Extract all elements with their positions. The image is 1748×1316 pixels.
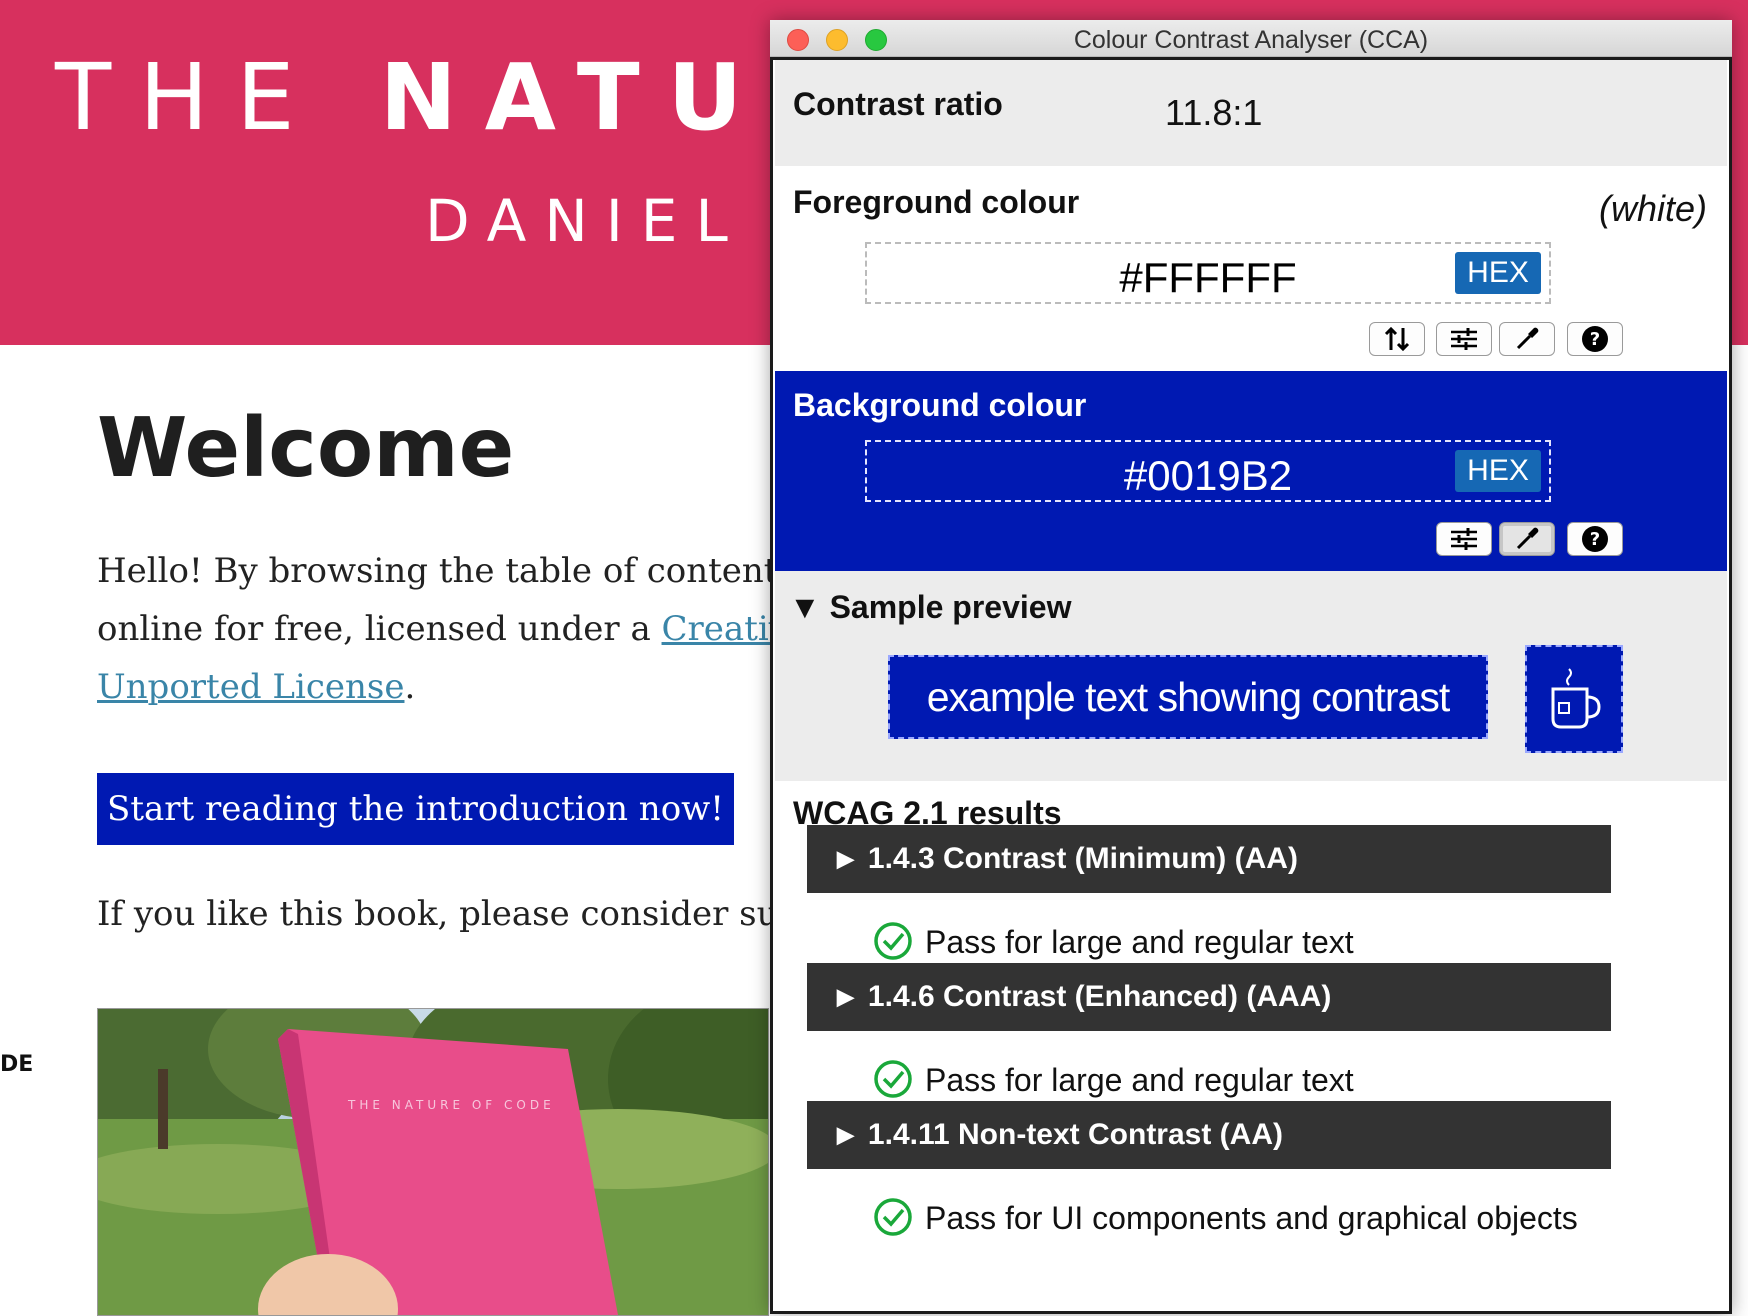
criterion-contrast-minimum[interactable]: ▶ 1.4.3 Contrast (Minimum) (AA) — [807, 825, 1611, 893]
check-circle-icon — [874, 1060, 912, 1098]
help-icon: ? — [1582, 326, 1608, 352]
foreground-label: Foreground colour — [793, 184, 1080, 220]
background-section: Background colour #0019B2 HEX ? — [775, 371, 1727, 571]
cca-content: Contrast ratio 11.8:1 Foreground colour … — [770, 57, 1732, 1314]
check-circle-icon — [874, 922, 912, 960]
foreground-section: Foreground colour (white) #FFFFFF HEX ? — [775, 166, 1727, 371]
cca-inner: Contrast ratio 11.8:1 Foreground colour … — [775, 60, 1727, 1311]
foreground-colour-name: (white) — [1598, 188, 1707, 229]
sliders-icon — [1451, 328, 1477, 350]
help-icon: ? — [1582, 526, 1608, 552]
contrast-ratio-label: Contrast ratio — [793, 86, 1003, 122]
criterion-result-text: Pass for large and regular text — [925, 1062, 1354, 1098]
background-sliders-button[interactable] — [1436, 522, 1492, 556]
contrast-ratio-value: 11.8:1 — [1165, 92, 1263, 133]
criterion-label: 1.4.3 Contrast (Minimum) (AA) — [867, 842, 1298, 875]
intro-end: . — [404, 667, 416, 707]
background-format-button[interactable]: HEX — [1455, 450, 1541, 492]
svg-text:?: ? — [1590, 329, 1600, 350]
criterion-non-text-contrast[interactable]: ▶ 1.4.11 Non-text Contrast (AA) — [807, 1101, 1611, 1169]
criterion-result: Pass for UI components and graphical obj… — [873, 1192, 1578, 1244]
triangle-right-icon: ▶ — [837, 846, 854, 871]
background-label: Background colour — [793, 387, 1087, 423]
background-hex-value[interactable]: #0019B2 — [867, 452, 1549, 500]
start-reading-button[interactable]: Start reading the introduction now! — [97, 773, 734, 845]
criterion-result-text: Pass for UI components and graphical obj… — [925, 1200, 1578, 1236]
contrast-ratio-row: Contrast ratio 11.8:1 — [775, 60, 1727, 166]
background-help-button[interactable]: ? — [1567, 522, 1623, 556]
window-titlebar[interactable]: Colour Contrast Analyser (CCA) — [770, 20, 1732, 57]
foreground-hex-value[interactable]: #FFFFFF — [867, 254, 1549, 302]
triangle-right-icon: ▶ — [837, 984, 854, 1009]
check-circle-icon — [874, 1198, 912, 1236]
criterion-contrast-enhanced[interactable]: ▶ 1.4.6 Contrast (Enhanced) (AAA) — [807, 963, 1611, 1031]
window-title: Colour Contrast Analyser (CCA) — [1073, 26, 1429, 54]
triangle-right-icon: ▶ — [837, 1122, 854, 1147]
book-photo: THE NATURE OF CODE — [97, 1008, 769, 1316]
background-colour-input[interactable]: #0019B2 HEX — [865, 440, 1551, 502]
eyedropper-icon — [1516, 327, 1539, 350]
side-label: DE — [0, 1052, 34, 1077]
license-link[interactable]: Creativ — [662, 609, 788, 649]
criterion-result: Pass for large and regular text — [873, 916, 1354, 968]
foreground-format-button[interactable]: HEX — [1455, 252, 1541, 294]
foreground-colour-input[interactable]: #FFFFFF HEX — [865, 242, 1551, 304]
triangle-down-icon: ▼ — [789, 589, 821, 625]
site-title-thin: THE — [55, 44, 323, 151]
criterion-label: 1.4.11 Non-text Contrast (AA) — [867, 1118, 1283, 1151]
cca-window: Colour Contrast Analyser (CCA) Contrast … — [770, 20, 1732, 1314]
intro-line-2: online for free, licensed under a — [97, 609, 662, 649]
foreground-sliders-button[interactable] — [1436, 322, 1492, 356]
criterion-label: 1.4.6 Contrast (Enhanced) (AAA) — [867, 980, 1332, 1013]
swap-colours-button[interactable] — [1369, 322, 1425, 356]
background-eyedropper-button[interactable] — [1499, 522, 1555, 556]
license-link-continued[interactable]: Unported License — [97, 667, 404, 707]
support-paragraph: If you like this book, please consider s… — [97, 894, 779, 934]
book-photo-image: THE NATURE OF CODE — [98, 1009, 768, 1315]
sample-preview-label: Sample preview — [829, 589, 1072, 625]
swap-icon — [1384, 326, 1410, 352]
intro-line-1: Hello! By browsing the table of content — [97, 551, 778, 591]
svg-text:THE NATURE OF CODE: THE NATURE OF CODE — [347, 1098, 555, 1112]
site-title[interactable]: THE NATUR — [55, 52, 869, 144]
foreground-eyedropper-button[interactable] — [1499, 322, 1555, 356]
criterion-result-text: Pass for large and regular text — [925, 924, 1354, 960]
svg-text:?: ? — [1590, 529, 1600, 550]
foreground-help-button[interactable]: ? — [1567, 322, 1623, 356]
sample-text-preview: example text showing contrast — [888, 655, 1488, 739]
sample-preview-toggle[interactable]: ▼ Sample preview — [789, 589, 1071, 626]
eyedropper-icon — [1516, 527, 1539, 550]
coffee-cup-icon — [1551, 668, 1601, 729]
sliders-icon — [1451, 528, 1477, 550]
sample-icon-preview — [1525, 645, 1623, 753]
sample-preview-section: ▼ Sample preview example text showing co… — [775, 571, 1727, 781]
criterion-result: Pass for large and regular text — [873, 1054, 1354, 1106]
page-heading: Welcome — [97, 401, 515, 496]
